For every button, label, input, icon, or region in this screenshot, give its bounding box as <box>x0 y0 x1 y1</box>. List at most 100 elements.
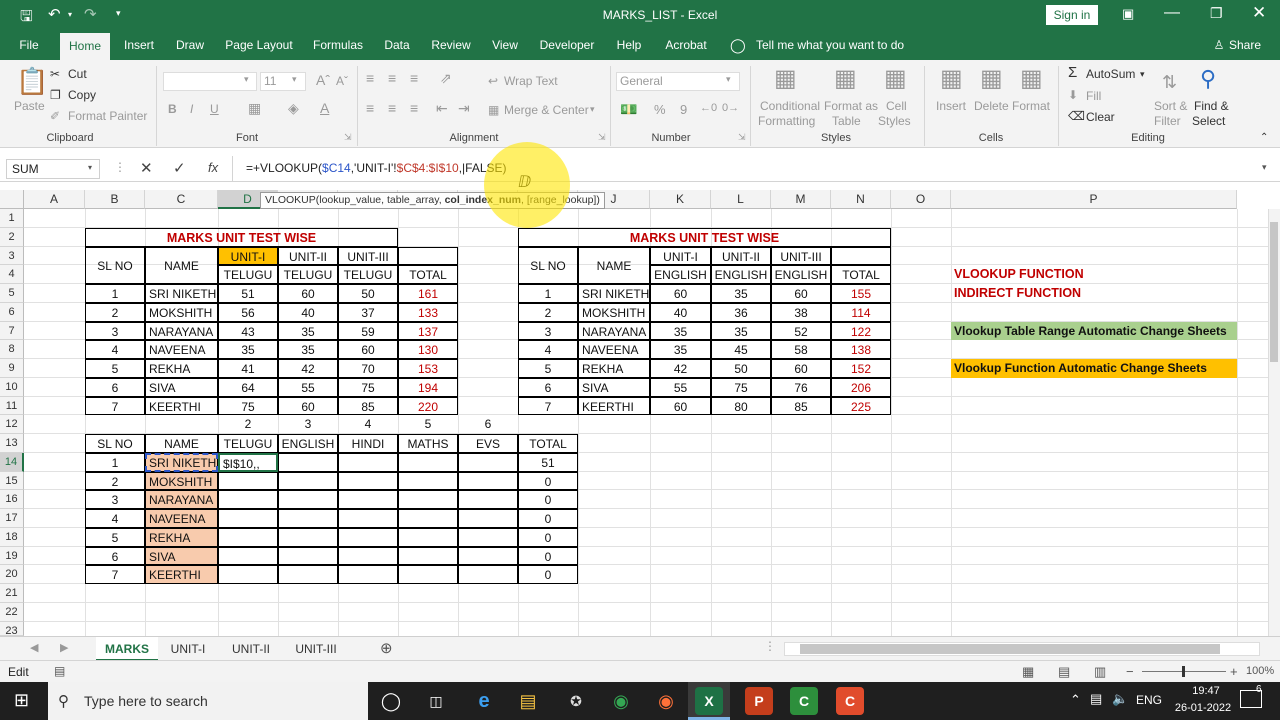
table1-header-slno[interactable]: SL NO <box>85 246 145 284</box>
paste-icon[interactable]: 📋 <box>16 66 48 97</box>
table1-subject-header[interactable]: TOTAL <box>398 265 458 284</box>
formula-input[interactable]: =+VLOOKUP($C14,'UNIT-I'!$C$4:$I$10,|FALS… <box>246 161 507 175</box>
table2-cell[interactable]: 6 <box>518 377 578 397</box>
column-index-number[interactable]: 5 <box>398 415 458 434</box>
insert-cells-button[interactable]: Insert <box>936 99 966 113</box>
zoom-in-icon[interactable]: + <box>1230 664 1238 679</box>
table1-cell[interactable]: 6 <box>85 377 145 397</box>
sort-filter-button[interactable]: Sort & <box>1154 99 1187 113</box>
table1-cell[interactable]: 55 <box>278 377 338 397</box>
table3-slno[interactable]: 5 <box>85 527 145 547</box>
table3-cell[interactable] <box>338 565 398 584</box>
table2-cell[interactable]: 35 <box>650 321 711 341</box>
table1-cell[interactable]: 130 <box>398 340 458 359</box>
table1-header-name[interactable]: NAME <box>145 246 218 284</box>
table3-header[interactable]: TELUGU <box>218 434 278 453</box>
align-top-icon[interactable]: ≡ <box>366 70 374 86</box>
table2-cell[interactable]: 122 <box>831 321 891 341</box>
table1-cell[interactable]: KEERTHI <box>145 396 218 416</box>
clock-time[interactable]: 19:47 <box>1176 685 1236 697</box>
italic-button[interactable]: I <box>190 102 193 116</box>
table3-header[interactable]: TOTAL <box>518 434 578 453</box>
cortana-icon[interactable]: ◯ <box>377 687 405 715</box>
new-sheet-icon[interactable]: ⊕ <box>380 639 393 657</box>
table2-cell[interactable]: 2 <box>518 302 578 322</box>
select-all-button[interactable] <box>0 190 24 209</box>
table3-cell[interactable] <box>278 546 338 566</box>
table1-title[interactable]: MARKS UNIT TEST WISE <box>85 227 398 247</box>
dialog-launcher-icon[interactable]: ⇲ <box>738 132 746 143</box>
table3-cell[interactable] <box>218 565 278 584</box>
table1-cell[interactable]: 5 <box>85 359 145 378</box>
table2-cell[interactable]: 60 <box>771 284 831 303</box>
row-header-23[interactable]: 23 <box>0 621 24 637</box>
table1-subject-header[interactable]: TELUGU <box>218 265 278 284</box>
table2-cell[interactable]: 225 <box>831 396 891 416</box>
table2-cell[interactable]: 55 <box>650 377 711 397</box>
table1-cell[interactable]: 51 <box>218 284 278 303</box>
table3-cell[interactable] <box>338 527 398 547</box>
table3-cell[interactable] <box>218 546 278 566</box>
camtasia-recorder-icon[interactable]: C <box>836 687 864 715</box>
format-painter-button[interactable]: Format Painter <box>68 109 147 123</box>
column-header-a[interactable]: A <box>24 190 85 209</box>
table3-total[interactable]: 0 <box>518 509 578 528</box>
table2-cell[interactable]: 60 <box>771 359 831 378</box>
table2-cell[interactable]: 36 <box>711 302 771 322</box>
font-name-select[interactable] <box>163 72 257 91</box>
table3-cell[interactable] <box>458 471 518 491</box>
row-header-18[interactable]: 18 <box>0 527 24 547</box>
table3-cell[interactable] <box>218 471 278 491</box>
tab-draw[interactable]: Draw <box>170 30 210 60</box>
table3-cell[interactable] <box>338 471 398 491</box>
table1-unit-header[interactable]: UNIT-II <box>278 246 338 266</box>
table3-cell[interactable] <box>398 527 458 547</box>
font-color-icon[interactable]: A <box>320 100 329 116</box>
wrap-text-button[interactable]: Wrap Text <box>504 74 558 88</box>
column-header-m[interactable]: M <box>771 190 831 209</box>
table2-cell[interactable]: 35 <box>650 340 711 359</box>
table1-cell[interactable]: REKHA <box>145 359 218 378</box>
table3-cell[interactable] <box>218 509 278 528</box>
note-vlookup[interactable]: VLOOKUP FUNCTION <box>951 265 1237 284</box>
table2-cell[interactable]: 75 <box>711 377 771 397</box>
align-bottom-icon[interactable]: ≡ <box>410 70 418 86</box>
tab-help[interactable]: Help <box>610 30 648 60</box>
table2-cell[interactable]: REKHA <box>578 359 650 378</box>
align-center-icon[interactable]: ≡ <box>388 100 396 116</box>
grow-font-icon[interactable]: Aˆ <box>316 72 330 88</box>
table2-cell[interactable]: SIVA <box>578 377 650 397</box>
increase-decimal-icon[interactable]: ←0 <box>700 102 717 114</box>
tab-home[interactable]: Home <box>60 33 110 60</box>
table2-cell[interactable]: 42 <box>650 359 711 378</box>
table3-total[interactable]: 0 <box>518 490 578 509</box>
insert-function-button[interactable]: fx <box>208 160 218 175</box>
fill-button[interactable]: Fill <box>1086 89 1101 103</box>
table3-name[interactable]: SIVA <box>145 546 218 566</box>
sheet-tab-unit-iii[interactable]: UNIT-III <box>286 637 346 661</box>
save-icon[interactable]: 🖫 <box>20 6 33 31</box>
shrink-font-icon[interactable]: Aˇ <box>336 74 348 88</box>
table1-cell[interactable]: NAVEENA <box>145 340 218 359</box>
zoom-slider-thumb[interactable] <box>1182 666 1185 677</box>
table2-subject-header[interactable]: TOTAL <box>831 265 891 284</box>
table3-cell[interactable] <box>398 471 458 491</box>
table3-cell[interactable] <box>278 490 338 509</box>
table2-cell[interactable]: MOKSHITH <box>578 302 650 322</box>
row-header-21[interactable]: 21 <box>0 584 24 603</box>
table2-cell[interactable]: 85 <box>771 396 831 416</box>
column-index-number[interactable]: 6 <box>458 415 518 434</box>
row-header-20[interactable]: 20 <box>0 565 24 584</box>
redo-icon[interactable]: ↷ <box>84 5 97 23</box>
sheet-tab-unit-ii[interactable]: UNIT-II <box>222 637 280 661</box>
table2-cell[interactable]: 152 <box>831 359 891 378</box>
table1-cell[interactable]: 56 <box>218 302 278 322</box>
table1-cell[interactable]: 60 <box>278 396 338 416</box>
table3-cell[interactable] <box>218 527 278 547</box>
table1-cell[interactable]: 3 <box>85 321 145 341</box>
table2-header-name[interactable]: NAME <box>578 246 650 284</box>
table3-name[interactable]: MOKSHITH <box>145 471 218 491</box>
table3-slno[interactable]: 3 <box>85 490 145 509</box>
table2-cell[interactable]: NARAYANA <box>578 321 650 341</box>
table1-cell[interactable]: 75 <box>338 377 398 397</box>
